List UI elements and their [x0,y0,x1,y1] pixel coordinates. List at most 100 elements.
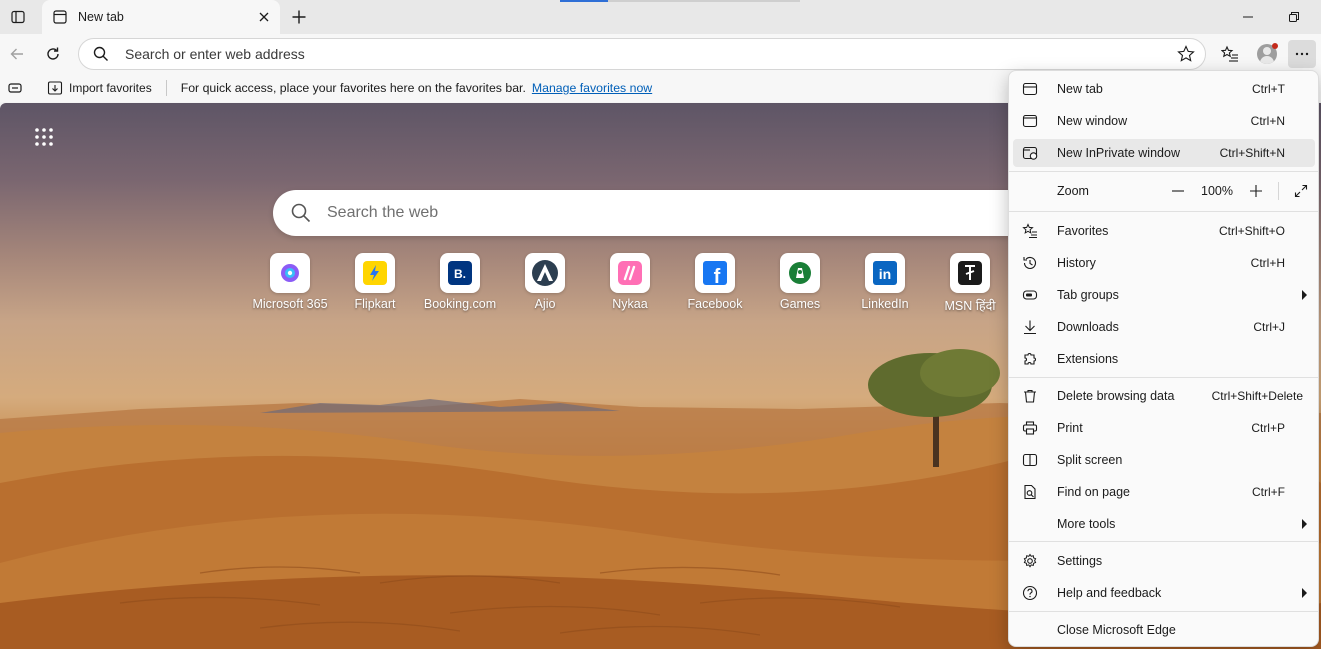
manage-favorites-link[interactable]: Manage favorites now [532,81,652,95]
new-tab-page-icon [52,9,68,25]
msn-hindi-icon [950,253,990,293]
menu-item-new-inprivate-window[interactable]: New InPrivate window Ctrl+Shift+N [1013,139,1315,167]
minimize-button[interactable] [1236,8,1260,26]
menu-label: Tab groups [1057,288,1119,302]
search-icon [93,46,113,62]
zoom-in-button[interactable] [1242,177,1270,205]
gear-icon [1021,553,1039,569]
web-search-box[interactable]: Search the web [273,190,1053,236]
menu-item-delete-browsing-data[interactable]: Delete browsing data Ctrl+Shift+Delete [1013,382,1315,410]
quick-link-label: MSN हिंदी [944,299,996,313]
minimize-icon [1243,16,1253,18]
menu-shortcut: Ctrl+F [1252,485,1285,499]
submenu-chevron-icon [1302,588,1307,598]
menu-label: Print [1057,421,1083,435]
refresh-button[interactable] [39,40,67,68]
menu-label: Close Microsoft Edge [1057,623,1176,637]
favorites-bar-icon[interactable] [7,80,23,96]
import-favorites-button[interactable]: Import favorites [47,80,152,96]
menu-shortcut: Ctrl+P [1251,421,1285,435]
restore-button[interactable] [1282,8,1306,26]
zoom-value: 100% [1201,184,1233,198]
settings-and-more-menu: New tab Ctrl+T New window Ctrl+N New InP… [1008,70,1319,647]
profile-button[interactable] [1253,40,1281,68]
close-tab-icon[interactable] [256,9,272,25]
quick-link-label: Facebook [687,297,743,311]
minus-icon [1172,190,1184,192]
menu-item-settings[interactable]: Settings [1013,547,1315,575]
booking-glyph: B. [454,267,466,281]
menu-item-find-on-page[interactable]: Find on page Ctrl+F [1013,478,1315,506]
linkedin-glyph: in [879,266,891,282]
tab-title: New tab [78,10,124,24]
expand-icon [1294,184,1308,198]
quick-link-label: LinkedIn [861,297,909,311]
toolbar: Search or enter web address [0,34,1321,74]
menu-item-downloads[interactable]: Downloads Ctrl+J [1013,313,1315,341]
menu-item-close-microsoft-edge[interactable]: Close Microsoft Edge [1013,616,1315,644]
quick-link-nykaa[interactable]: Nykaa [585,253,675,311]
address-bar[interactable]: Search or enter web address [78,38,1206,70]
favorites-list-icon [1221,45,1238,62]
import-icon [47,80,63,96]
title-accent-track [608,0,800,2]
find-on-page-icon [1021,484,1039,500]
menu-separator [1009,541,1318,542]
menu-label: New InPrivate window [1057,146,1180,160]
zoom-out-button[interactable] [1164,177,1192,205]
quick-link-linkedin[interactable]: in LinkedIn [840,253,930,311]
menu-label: New window [1057,114,1128,128]
menu-shortcut: Ctrl+N [1250,114,1285,128]
quick-link-microsoft-365[interactable]: Microsoft 365 [245,253,335,311]
menu-item-help-and-feedback[interactable]: Help and feedback [1013,579,1315,607]
menu-shortcut: Ctrl+Shift+O [1218,224,1285,238]
history-icon [1021,255,1039,271]
booking-icon: B. [440,253,480,293]
menu-item-extensions[interactable]: Extensions [1013,345,1315,373]
new-tab-button[interactable] [286,5,312,29]
menu-separator [1009,377,1318,378]
quick-link-games[interactable]: Games [755,253,845,311]
quick-link-booking[interactable]: B. Booking.com [415,253,505,311]
quick-link-flipkart[interactable]: Flipkart [330,253,420,311]
menu-shortcut: Ctrl+Shift+Delete [1211,389,1303,403]
add-favorite-star-icon[interactable] [1177,45,1197,63]
quick-link-ajio[interactable]: Ajio [500,253,590,311]
menu-item-favorites[interactable]: Favorites Ctrl+Shift+O [1013,217,1315,245]
menu-item-split-screen[interactable]: Split screen [1013,446,1315,474]
app-launcher-button[interactable] [30,123,58,151]
search-icon [291,203,311,223]
menu-shortcut: Ctrl+H [1250,256,1285,270]
menu-item-more-tools[interactable]: More tools [1013,510,1315,538]
fullscreen-button[interactable] [1287,177,1315,205]
quick-link-msn-hindi[interactable]: MSN हिंदी [925,253,1015,314]
menu-label: Favorites [1057,224,1109,238]
menu-label: Settings [1057,554,1103,568]
menu-item-history[interactable]: History Ctrl+H [1013,249,1315,277]
favbar-message: For quick access, place your favorites h… [180,81,526,95]
ellipsis-icon [1295,52,1309,56]
tab-actions-button[interactable] [4,5,32,29]
active-tab[interactable]: New tab [42,0,280,34]
plus-icon [292,10,306,24]
quick-link-facebook[interactable]: f Facebook [670,253,760,311]
back-button[interactable] [3,40,31,68]
menu-shortcut: Ctrl+T [1252,82,1285,96]
split-screen-icon [1021,452,1039,468]
quick-link-label: Games [779,297,821,311]
help-icon [1021,585,1039,601]
refresh-icon [47,47,59,60]
menu-item-print[interactable]: Print Ctrl+P [1013,414,1315,442]
web-search-input[interactable]: Search the web [327,204,438,222]
address-input[interactable]: Search or enter web address [125,46,1177,62]
menu-label: Split screen [1057,453,1123,467]
menu-item-new-window[interactable]: New window Ctrl+N [1013,107,1315,135]
menu-label: More tools [1057,517,1116,531]
menu-label: Extensions [1057,352,1119,366]
menu-item-tab-groups[interactable]: Tab groups [1013,281,1315,309]
favorites-button[interactable] [1216,40,1244,68]
menu-item-new-tab[interactable]: New tab Ctrl+T [1013,75,1315,103]
settings-and-more-button[interactable] [1288,40,1316,68]
facebook-glyph: f [714,266,721,286]
linkedin-icon: in [865,253,905,293]
